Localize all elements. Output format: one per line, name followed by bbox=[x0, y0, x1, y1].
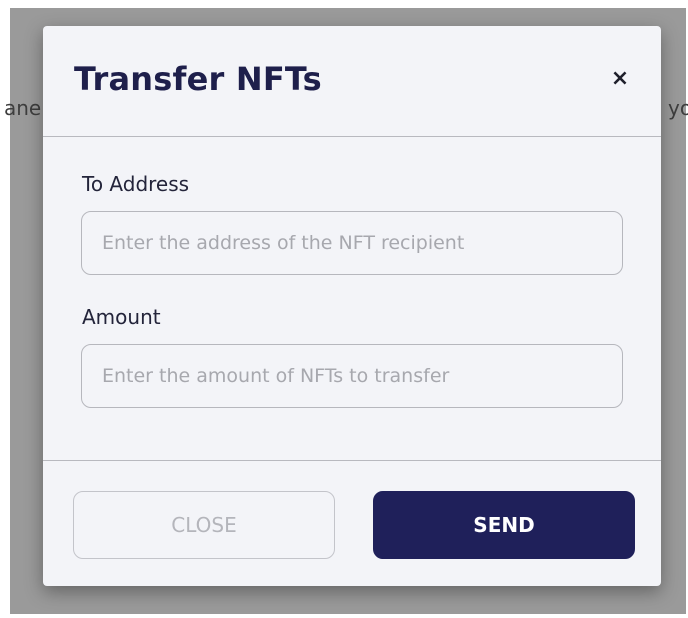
background-text-left: ane bbox=[4, 96, 42, 120]
transfer-nfts-dialog: Transfer NFTs × To Address Amount CLOSE … bbox=[43, 26, 661, 586]
dialog-header: Transfer NFTs × bbox=[43, 26, 661, 137]
dialog-title: Transfer NFTs bbox=[74, 60, 322, 98]
background-text-right: yo bbox=[668, 96, 688, 120]
amount-input[interactable] bbox=[81, 344, 623, 408]
to-address-label: To Address bbox=[82, 172, 190, 196]
dialog-footer: CLOSE SEND bbox=[43, 460, 661, 586]
send-button[interactable]: SEND bbox=[373, 491, 635, 559]
to-address-input[interactable] bbox=[81, 211, 623, 275]
close-button[interactable]: CLOSE bbox=[73, 491, 335, 559]
amount-label: Amount bbox=[82, 305, 161, 329]
close-icon[interactable]: × bbox=[609, 68, 631, 90]
